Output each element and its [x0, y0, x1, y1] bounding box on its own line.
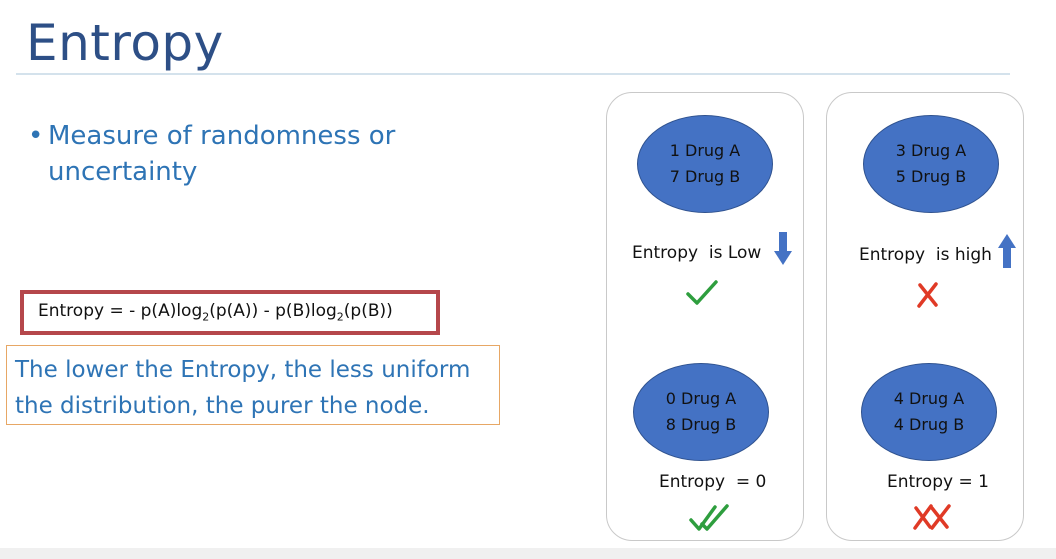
entropy-one-label: Entropy = 1 — [887, 472, 989, 492]
purity-note-box: The lower the Entropy, the less uniform … — [6, 345, 500, 425]
node-zero-entropy: 0 Drug A 8 Drug B — [633, 363, 769, 461]
node-line-a: 0 Drug A — [665, 389, 737, 408]
node-low-entropy: 1 Drug A 7 Drug B — [637, 115, 773, 213]
entropy-formula-box: Entropy = - p(A)log2(p(A)) - p(B)log2(p(… — [20, 290, 440, 335]
entropy-low-label: Entropy is Low — [632, 243, 762, 263]
bullet-dot: • — [28, 121, 44, 151]
arrow-down-icon — [774, 232, 792, 265]
bullet-text: Measure of randomness or uncertainty — [48, 121, 396, 187]
purity-note-text: The lower the Entropy, the less uniform … — [15, 357, 471, 419]
double-cross-icon — [913, 504, 951, 530]
entropy-high-label: Entropy is high — [859, 245, 992, 265]
node-line-b: 8 Drug B — [665, 415, 737, 434]
title-divider — [16, 73, 1010, 75]
arrow-up-icon — [998, 234, 1016, 268]
double-check-icon — [689, 504, 729, 531]
slide-title: Entropy — [26, 14, 224, 72]
node-line-a: 1 Drug A — [669, 141, 741, 160]
low-entropy-panel: 1 Drug A 7 Drug B Entropy is Low 0 Drug … — [606, 92, 804, 541]
high-entropy-panel: 3 Drug A 5 Drug B Entropy is high 4 Drug… — [826, 92, 1024, 541]
bullet-point: • Measure of randomness or uncertainty — [28, 118, 468, 190]
node-line-b: 5 Drug B — [895, 167, 967, 186]
node-line-b: 4 Drug B — [893, 415, 965, 434]
formula-text: Entropy = - p(A)log2(p(A)) - p(B)log2(p(… — [38, 301, 393, 324]
check-icon — [686, 280, 718, 305]
cross-icon — [917, 282, 938, 308]
node-max-entropy: 4 Drug A 4 Drug B — [861, 363, 997, 461]
entropy-zero-label: Entropy = 0 — [659, 472, 767, 492]
node-line-a: 3 Drug A — [895, 141, 967, 160]
node-high-entropy: 3 Drug A 5 Drug B — [863, 115, 999, 213]
node-line-a: 4 Drug A — [893, 389, 965, 408]
bottom-strip — [0, 548, 1056, 559]
node-line-b: 7 Drug B — [669, 167, 741, 186]
